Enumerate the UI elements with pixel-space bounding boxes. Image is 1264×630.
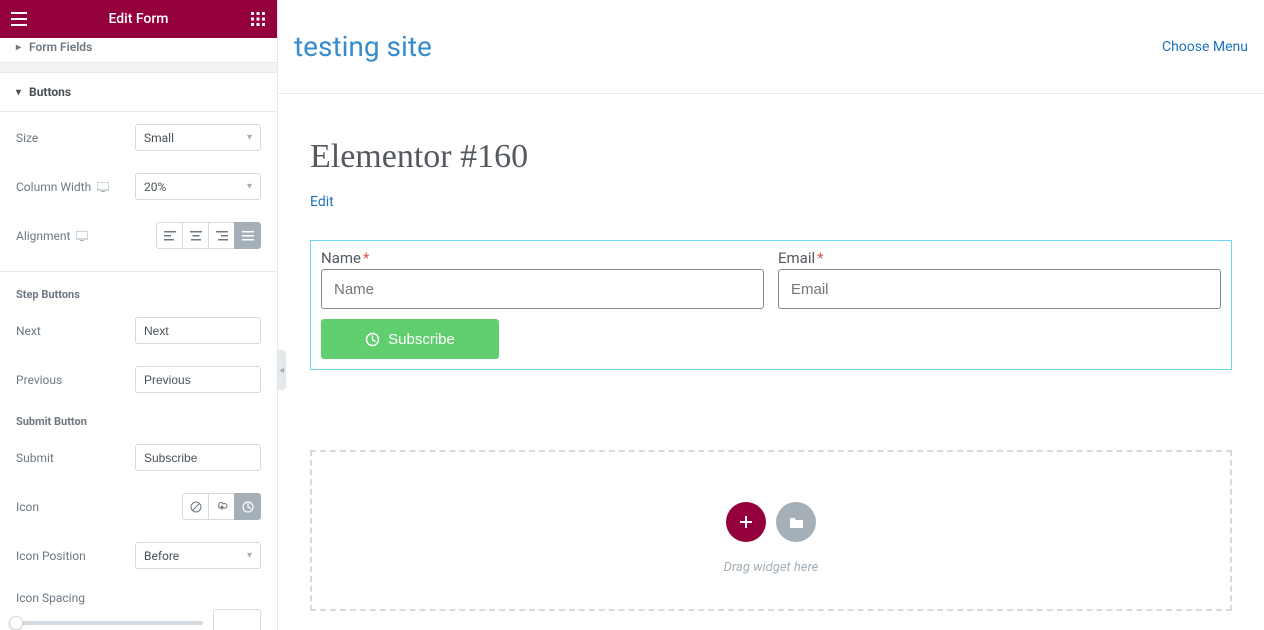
responsive-icon[interactable] (97, 182, 109, 192)
icon-label: Icon (16, 500, 39, 514)
step-buttons-heading: Step Buttons (16, 288, 261, 301)
label-text: Column Width (16, 180, 91, 194)
column-width-select[interactable]: 20% ▾ (135, 173, 261, 200)
icon-position-select[interactable]: Before ▾ (135, 542, 261, 569)
page-title: Elementor #160 (310, 138, 1232, 176)
chevron-down-icon: ▾ (247, 132, 252, 143)
control-icon-spacing (16, 609, 261, 630)
clock-icon (365, 332, 380, 347)
subscribe-button-label: Subscribe (388, 331, 455, 348)
control-next: Next (16, 317, 261, 344)
slider-thumb[interactable] (9, 616, 23, 630)
site-title[interactable]: testing site (294, 30, 432, 63)
email-label: Email* (778, 249, 1221, 267)
section-buttons[interactable]: ▾ Buttons (0, 73, 277, 112)
align-center-button[interactable] (182, 222, 209, 249)
edit-link[interactable]: Edit (310, 194, 334, 210)
previous-input[interactable] (135, 366, 261, 393)
align-right-button[interactable] (208, 222, 235, 249)
required-mark: * (817, 249, 823, 267)
form-fields-row: Name* Email* (321, 249, 1221, 309)
dropzone-icons (332, 502, 1210, 542)
widget-dropzone[interactable]: Drag widget here (310, 450, 1232, 611)
size-label: Size (16, 131, 38, 145)
label-text: Name (321, 249, 361, 267)
email-field: Email* (778, 249, 1221, 309)
caret-right-icon: ▸ (16, 42, 21, 53)
control-previous: Previous (16, 366, 261, 393)
name-label: Name* (321, 249, 764, 267)
section-buttons-controls: Size Small ▾ Column Width (0, 112, 277, 630)
icon-spacing-slider[interactable] (16, 621, 203, 625)
sidebar-title: Edit Form (28, 11, 249, 27)
section-label: Buttons (29, 85, 71, 99)
icon-spacing-label: Icon Spacing (16, 591, 261, 605)
preview-area: testing site Choose Menu Elementor #160 … (278, 0, 1264, 630)
icon-library-button[interactable] (234, 493, 261, 520)
column-width-value: 20% (144, 180, 166, 194)
site-header: testing site Choose Menu (278, 0, 1264, 94)
control-column-width: Column Width 20% ▾ (16, 173, 261, 200)
chevron-down-icon: ▾ (247, 550, 252, 561)
form-widget[interactable]: Name* Email* Subscribe (310, 240, 1232, 370)
label-text: Email (778, 249, 815, 267)
submit-button-heading: Submit Button (16, 415, 261, 428)
divider (0, 271, 277, 272)
next-input[interactable] (135, 317, 261, 344)
previous-label: Previous (16, 373, 62, 387)
control-size: Size Small ▾ (16, 124, 261, 151)
sidebar-panel-body[interactable]: ▸ Form Fields ▾ Buttons Size Small ▾ Col… (0, 38, 277, 630)
widgets-grid-icon[interactable] (249, 10, 267, 28)
subscribe-button[interactable]: Subscribe (321, 319, 499, 359)
dropzone-text: Drag widget here (332, 560, 1210, 575)
sidebar-header: Edit Form (0, 0, 277, 38)
section-label: Form Fields (29, 40, 92, 54)
name-field: Name* (321, 249, 764, 309)
control-alignment: Alignment (16, 222, 261, 249)
alignment-label: Alignment (16, 229, 88, 243)
responsive-icon[interactable] (76, 231, 88, 241)
align-justify-button[interactable] (234, 222, 261, 249)
editor-sidebar: Edit Form ▸ Form Fields ▾ Buttons Size (0, 0, 278, 630)
required-mark: * (363, 249, 369, 267)
add-section-button[interactable] (726, 502, 766, 542)
sidebar-collapse-handle[interactable]: ◂ (277, 350, 286, 390)
control-icon-position: Icon Position Before ▾ (16, 542, 261, 569)
column-width-label: Column Width (16, 180, 109, 194)
label-text: Alignment (16, 229, 70, 243)
control-icon: Icon (16, 493, 261, 520)
icon-group (182, 493, 261, 520)
control-submit: Submit (16, 444, 261, 471)
alignment-group (156, 222, 261, 249)
choose-menu-link[interactable]: Choose Menu (1162, 39, 1248, 55)
align-left-button[interactable] (156, 222, 183, 249)
icon-none-button[interactable] (182, 493, 209, 520)
size-select-value: Small (144, 131, 174, 145)
template-library-button[interactable] (776, 502, 816, 542)
name-input[interactable] (321, 269, 764, 309)
icon-upload-button[interactable] (208, 493, 235, 520)
chevron-down-icon: ▾ (247, 181, 252, 192)
icon-position-value: Before (144, 549, 179, 563)
next-label: Next (16, 324, 41, 338)
size-select[interactable]: Small ▾ (135, 124, 261, 151)
email-input[interactable] (778, 269, 1221, 309)
icon-position-label: Icon Position (16, 549, 86, 563)
submit-label: Submit (16, 451, 54, 465)
section-form-fields-collapsed[interactable]: ▸ Form Fields (0, 38, 277, 63)
submit-input[interactable] (135, 444, 261, 471)
section-gap (0, 63, 277, 73)
page-content: Elementor #160 Edit Name* Email* (278, 94, 1264, 630)
icon-spacing-input[interactable] (213, 609, 261, 630)
caret-down-icon: ▾ (16, 87, 21, 98)
menu-icon[interactable] (10, 10, 28, 28)
